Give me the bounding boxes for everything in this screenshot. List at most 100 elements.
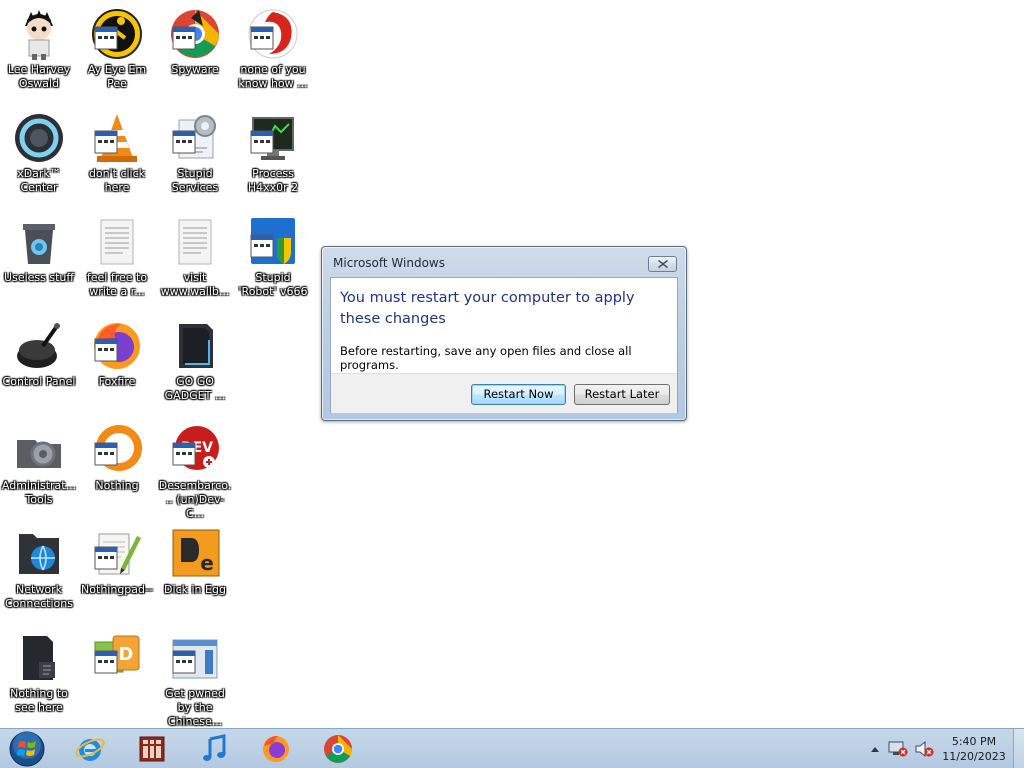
- desktop-icon-spyware[interactable]: Spyware: [156, 4, 234, 104]
- shortcut-overlay-icon: [94, 338, 118, 362]
- store-window-icon: [139, 736, 165, 762]
- desktop-icon-stupid-services[interactable]: Stupid Services: [156, 108, 234, 208]
- desktop-icon-label: GO GO GADGET ...: [164, 375, 226, 402]
- desktop-icon-label: don't click here: [88, 167, 146, 194]
- shortcut-overlay-icon: [94, 26, 118, 50]
- taskbar: 5:40 PM 11/20/2023: [0, 728, 1024, 768]
- desktop-icon-label: feel free to write a r...: [86, 271, 148, 298]
- desktop-icon-get-pwned[interactable]: Get pwned by the Chinese...: [156, 628, 234, 728]
- desktop-icon-label: Get pwned by the Chinese...: [165, 687, 225, 728]
- desktop-icon-label: Process H4xx0r 2: [247, 167, 299, 194]
- desktop-icon-label: Spyware: [171, 63, 219, 76]
- shortcut-overlay-icon: [94, 130, 118, 154]
- volume-muted-icon[interactable]: [914, 740, 934, 758]
- desktop-icon-control-panel[interactable]: Control Panel: [0, 316, 78, 416]
- gadget-box-icon: [179, 324, 213, 368]
- desktop-icon-administrative-tools[interactable]: Administrat... Tools: [0, 420, 78, 520]
- shortcut-overlay-icon: [94, 442, 118, 466]
- desktop-icon-none-of-you[interactable]: none of you know how ...: [234, 4, 312, 104]
- desktop-icon-visit-wallb[interactable]: visit www.wallb...: [156, 212, 234, 312]
- shortcut-overlay-icon: [94, 650, 118, 674]
- desktop-icon-label: Ay Eye Em Pee: [87, 63, 147, 90]
- clock-time: 5:40 PM: [951, 735, 997, 748]
- desktop-icon-useless-stuff[interactable]: Useless stuff: [0, 212, 78, 312]
- restart-later-button[interactable]: Restart Later: [574, 384, 670, 405]
- desktop-icon-label: visit www.wallb...: [160, 271, 230, 298]
- windows-orb-icon: [9, 731, 45, 767]
- taskbar-internet-explorer[interactable]: [62, 731, 118, 767]
- desktop-icon-label: Stupid 'Robot' v666: [238, 271, 308, 298]
- taskbar-firefox[interactable]: [248, 731, 304, 767]
- shortcut-overlay-icon: [172, 442, 196, 466]
- desktop-icon-xdark-center[interactable]: xDark™ Center: [0, 108, 78, 208]
- desktop-icon-go-go-gadget[interactable]: GO GO GADGET ...: [156, 316, 234, 416]
- taskbar-clock[interactable]: 5:40 PM 11/20/2023: [938, 734, 1010, 764]
- desktop-icon-dev-cpp[interactable]: DEV Desembarco... (un)Dev-C...: [156, 420, 234, 520]
- egg-editor-icon: e: [172, 529, 220, 577]
- taskbar-music[interactable]: [186, 731, 242, 767]
- taskbar-store[interactable]: [124, 731, 180, 767]
- show-hidden-icons-icon[interactable]: [870, 745, 880, 753]
- dialog-title: Microsoft Windows: [333, 256, 445, 270]
- desktop-icon-dick-in-egg[interactable]: e Dick in Egg: [156, 524, 234, 624]
- desktop-icon-nothing-to-see-here[interactable]: Nothing to see here: [0, 628, 78, 728]
- control-panel-icon: [17, 323, 60, 368]
- close-icon: [658, 260, 668, 268]
- shortcut-overlay-icon: [94, 546, 118, 570]
- desktop-icon-network-connections[interactable]: Network Connections: [0, 524, 78, 624]
- shortcut-overlay-icon: [250, 234, 274, 258]
- desktop: Lee Harvey Oswald Ay Eye Em Pee Spyware: [0, 0, 1024, 728]
- anime-character-icon: [25, 10, 53, 60]
- network-error-icon[interactable]: [888, 740, 908, 758]
- internet-explorer-icon: [75, 738, 105, 761]
- desktop-icon-label: Nothingpad--: [81, 583, 153, 596]
- network-globe-icon: [19, 534, 59, 574]
- desktop-icon-label: Administrat... Tools: [1, 479, 77, 506]
- desktop-icon-ay-eye-em-pee[interactable]: Ay Eye Em Pee: [78, 4, 156, 104]
- restart-now-button[interactable]: Restart Now: [471, 384, 566, 405]
- desktop-icon-dont-click-here[interactable]: don't click here: [78, 108, 156, 208]
- desktop-icon-label: Useless stuff: [4, 271, 74, 284]
- dialog-main-instruction: You must restart your computer to apply …: [340, 290, 635, 327]
- shortcut-overlay-icon: [172, 26, 196, 50]
- desktop-icon-stupid-robot[interactable]: Stupid 'Robot' v666: [234, 212, 312, 312]
- shortcut-overlay-icon: [250, 130, 274, 154]
- start-button[interactable]: [0, 731, 54, 767]
- dark-center-ring-icon: [15, 114, 63, 162]
- svg-text:D: D: [119, 644, 134, 665]
- desktop-icon-label: Foxfire: [98, 375, 136, 388]
- desktop-icon-process-h4xx0r[interactable]: Process H4xx0r 2: [234, 108, 312, 208]
- shortcut-overlay-icon: [250, 26, 274, 50]
- restart-dialog: Microsoft Windows You must restart your …: [321, 246, 687, 421]
- music-note-icon: [203, 734, 226, 761]
- desktop-icon-hex-editor[interactable]: D: [78, 628, 156, 728]
- desktop-icon-label: Lee Harvey Oswald: [7, 63, 71, 90]
- dialog-content-text: Before restarting, save any open files a…: [340, 344, 632, 372]
- text-document-icon: [100, 219, 134, 265]
- desktop-icon-feel-free[interactable]: feel free to write a r...: [78, 212, 156, 312]
- taskbar-chrome[interactable]: [310, 731, 366, 767]
- desktop-icon-label: Network Connections: [5, 583, 73, 610]
- desktop-icon-label: Nothing: [95, 479, 139, 492]
- show-desktop-button[interactable]: [1013, 729, 1024, 768]
- svg-text:e: e: [200, 551, 214, 575]
- firefox-icon: [263, 736, 289, 762]
- dark-folder-icon: [23, 636, 55, 680]
- text-document-icon: [178, 219, 212, 265]
- desktop-icon-label: Control Panel: [2, 375, 76, 388]
- trash-bin-icon: [23, 224, 55, 264]
- shortcut-overlay-icon: [172, 130, 196, 154]
- desktop-icon-label: Nothing to see here: [10, 687, 68, 714]
- dialog-content: You must restart your computer to apply …: [330, 277, 678, 413]
- desktop-icon-nothing[interactable]: Nothing: [78, 420, 156, 520]
- chrome-icon: [324, 735, 352, 763]
- desktop-icon-label: Desembarco... (un)Dev-C...: [158, 479, 232, 520]
- admin-tools-icon: [17, 440, 61, 468]
- shortcut-overlay-icon: [172, 650, 196, 674]
- desktop-icon-lee-harvey-oswald[interactable]: Lee Harvey Oswald: [0, 4, 78, 104]
- dialog-close-button[interactable]: [648, 256, 677, 272]
- desktop-icon-foxfire[interactable]: Foxfire: [78, 316, 156, 416]
- desktop-icon-nothingpad[interactable]: Nothingpad--: [78, 524, 156, 624]
- clock-date: 11/20/2023: [942, 750, 1006, 763]
- desktop-icon-label: xDark™ Center: [17, 167, 61, 194]
